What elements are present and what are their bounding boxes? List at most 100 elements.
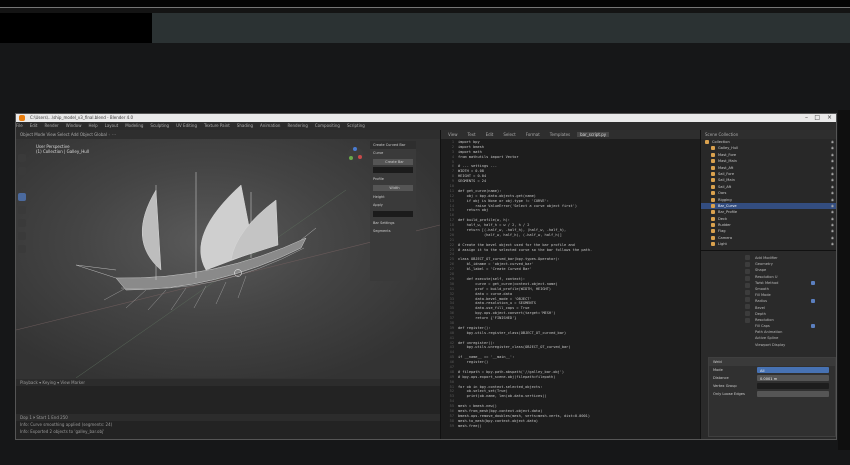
modifier-value xyxy=(757,393,760,397)
n-panel-item[interactable]: Height xyxy=(370,193,416,201)
code-text: return {'FINISHED'} xyxy=(458,316,517,321)
select-tool-icon[interactable] xyxy=(18,154,26,162)
editor-menu-item[interactable]: Edit xyxy=(483,132,497,137)
n-panel-item[interactable]: Profile xyxy=(370,175,416,183)
menu-item[interactable]: Texture Paint xyxy=(204,123,230,128)
maximize-icon[interactable]: □ xyxy=(814,114,820,122)
n-panel-item[interactable]: Width xyxy=(373,185,413,191)
n-panel-title: Create Curved Bar xyxy=(370,141,416,149)
n-panel-item[interactable]: Segments xyxy=(370,227,416,235)
menu-item[interactable]: Compositing xyxy=(315,123,340,128)
tab-bar-dark xyxy=(0,13,152,43)
object-icon xyxy=(711,178,715,183)
menu-item[interactable]: Scripting xyxy=(347,123,365,128)
menu-item[interactable]: Animation xyxy=(260,123,280,128)
timeline-row[interactable]: Playback ▾ Keying ▾ View Marker xyxy=(16,379,440,386)
rotate-tool-icon[interactable] xyxy=(18,193,26,201)
code-text: (half_w, half_h), (-half_w, half_h)] xyxy=(458,232,562,237)
checkbox[interactable] xyxy=(811,324,815,329)
property-label: Resolution xyxy=(755,317,774,322)
editor-menu-item[interactable]: Select xyxy=(500,132,518,137)
code-text: half_w, half_h = w / 2, h / 2 xyxy=(458,223,530,228)
outliner-row-label: Galley_Hull xyxy=(718,146,739,151)
n-panel-item[interactable]: Create Bar xyxy=(373,159,413,165)
menu-item[interactable]: Sculpting xyxy=(150,123,169,128)
outliner-row-label: Rigging xyxy=(718,197,732,202)
code-text: import bmesh xyxy=(458,144,484,149)
property-label: Shape xyxy=(755,268,767,273)
code-text: def register(): xyxy=(458,325,491,330)
object-icon xyxy=(711,165,715,170)
annotate-tool-icon[interactable] xyxy=(18,232,26,240)
editor-menu-item[interactable]: bar_script.py xyxy=(577,132,610,137)
modifier-field[interactable]: All xyxy=(757,367,829,373)
code-text: bpy.utils.register_class(OBJECT_OT_curve… xyxy=(458,330,567,335)
menu-item[interactable]: Shading xyxy=(237,123,253,128)
menu-item[interactable]: Render xyxy=(44,123,58,128)
n-panel: Create Curved Bar Curve Create Bar Profile W… xyxy=(370,141,416,281)
n-panel-item[interactable]: Curve xyxy=(370,149,416,157)
editor-header: View Text Edit Select Format Templates bar_scr… xyxy=(441,130,700,139)
editor-menu-item[interactable]: Text xyxy=(465,132,479,137)
property-row[interactable]: Viewport Display xyxy=(701,342,836,348)
menu-item[interactable]: File xyxy=(16,123,23,128)
menu-item[interactable]: Rendering xyxy=(287,123,307,128)
menu-item[interactable]: Window xyxy=(66,123,82,128)
n-panel-item[interactable]: Apply xyxy=(370,201,416,209)
code-text: bl_idname = 'object.curved_bar' xyxy=(458,262,534,267)
code-line[interactable]: 59 mesh.free() xyxy=(441,424,700,429)
measure-tool-icon[interactable] xyxy=(18,245,26,253)
code-area[interactable]: 1 import bpy 2 import bmesh 3 import math 4 fro… xyxy=(441,140,700,439)
tab-bar xyxy=(152,13,850,43)
editor-menu-item[interactable]: Templates xyxy=(547,132,573,137)
object-icon xyxy=(711,203,715,208)
outliner-row-label: Sail_Main xyxy=(718,178,735,183)
editor-menu-item[interactable]: Format xyxy=(523,132,543,137)
object-icon xyxy=(711,184,715,189)
editor-menu-item[interactable]: View xyxy=(445,132,461,137)
code-text: return [(-half_w, -half_h), (half_w, -ha… xyxy=(458,228,567,233)
menu-item[interactable]: Help xyxy=(88,123,97,128)
code-text: # --- settings --- xyxy=(458,164,497,169)
minimize-icon[interactable]: – xyxy=(805,114,808,122)
modifier-field[interactable] xyxy=(757,391,829,397)
menu-item[interactable]: Edit xyxy=(30,123,38,128)
code-text: obj = bpy.data.objects.get(name) xyxy=(458,193,536,198)
property-label: Smooth xyxy=(755,286,769,291)
menu-item[interactable]: Layout xyxy=(105,123,119,128)
move-tool-icon[interactable] xyxy=(18,180,26,188)
modifier-field[interactable] xyxy=(757,383,829,389)
n-panel-field[interactable] xyxy=(373,167,413,173)
transform-tool-icon[interactable] xyxy=(18,219,26,227)
code-text: bl_label = 'Create Curved Bar' xyxy=(458,267,532,272)
object-icon xyxy=(711,171,715,176)
property-label: Path Animation xyxy=(755,330,783,335)
menu-item[interactable]: Modeling xyxy=(125,123,143,128)
scale-tool-icon[interactable] xyxy=(18,206,26,214)
object-icon xyxy=(711,152,715,157)
checkbox[interactable] xyxy=(811,280,815,285)
outliner-row-label: Mast_Fore xyxy=(718,152,737,157)
timeline-row[interactable]: Dop 1 ⏵ Start 1 End 250 xyxy=(16,414,440,421)
code-text: HEIGHT = 0.04 xyxy=(458,174,487,179)
code-text: import math xyxy=(458,149,482,154)
navigation-gizmo-icon[interactable] xyxy=(346,146,364,164)
modifier-row: Distance 0.0001 m xyxy=(709,374,835,382)
code-text: data.bevel_mode = 'OBJECT' xyxy=(458,296,532,301)
outliner-row-label: Rudder xyxy=(718,223,731,228)
modifier-label: Vertex Group xyxy=(713,384,737,388)
code-text: return obj xyxy=(458,208,489,213)
outliner-row[interactable]: Light ◉ xyxy=(701,241,836,247)
code-text: prof = build_profile(WIDTH, HEIGHT) xyxy=(458,286,552,291)
n-panel-field[interactable] xyxy=(373,211,413,217)
text-editor[interactable]: View Text Edit Select Format Templates bar_scr… xyxy=(440,130,700,439)
modifier-field[interactable]: 0.0001 m xyxy=(757,375,829,381)
viewport-header[interactable]: Object Mode View Select Add Object Globa… xyxy=(16,130,440,139)
visibility-eye-icon[interactable]: ◉ xyxy=(831,241,834,247)
cursor-tool-icon[interactable] xyxy=(18,167,26,175)
checkbox[interactable] xyxy=(811,299,815,304)
menu-item[interactable]: UV Editing xyxy=(176,123,197,128)
code-text: # assign it to the selected curve so the… xyxy=(458,247,593,252)
n-panel-item[interactable]: Bar Settings xyxy=(370,219,416,227)
close-icon[interactable]: × xyxy=(827,114,832,122)
